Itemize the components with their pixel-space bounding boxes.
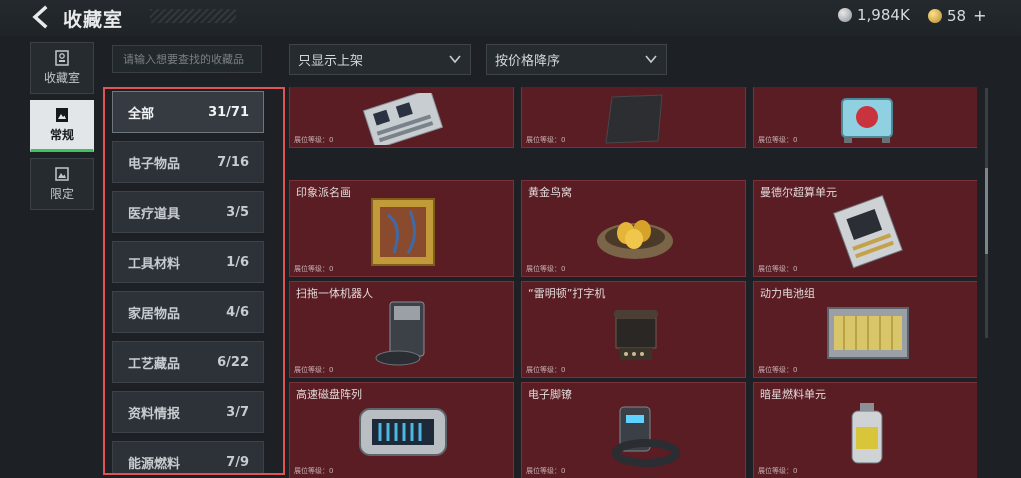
gold-currency: 58 +: [928, 6, 987, 25]
category-count: 3/7: [226, 404, 249, 420]
item-name: 动力电池组: [760, 287, 815, 300]
item-level: 展位等级：0: [758, 265, 798, 273]
item-level: 展位等级：0: [526, 467, 566, 475]
category-tools[interactable]: 工具材料 1/6: [112, 241, 264, 283]
category-label: 医疗道具: [128, 206, 181, 222]
item-level: 展位等级：0: [758, 467, 798, 475]
grid-scrollbar-thumb[interactable]: [985, 168, 988, 254]
robot-vacuum-icon: [375, 301, 425, 366]
item-level: 展位等级：0: [294, 265, 334, 273]
collection-card[interactable]: 展位等级：0: [289, 87, 514, 148]
fuel-canister-icon: [851, 403, 883, 464]
server-board-icon: [362, 93, 444, 145]
category-electronics[interactable]: 电子物品 7/16: [112, 141, 264, 183]
picture-icon: [56, 108, 68, 122]
category-intel[interactable]: 资料情报 3/7: [112, 391, 264, 433]
collection-card[interactable]: 电子脚镣 展位等级：0: [521, 382, 746, 478]
collection-icon: [55, 50, 69, 66]
silver-currency: 1,984K: [838, 6, 910, 24]
nav-label: 限定: [49, 187, 74, 201]
silver-amount: 1,984K: [857, 6, 910, 24]
gold-coin-icon: [928, 8, 942, 23]
collection-card[interactable]: 印象派名画 展位等级：0: [289, 180, 514, 277]
category-energy[interactable]: 能源燃料 7/9: [112, 441, 264, 473]
item-level: 展位等级：0: [526, 136, 566, 144]
item-level: 展位等级：0: [526, 366, 566, 374]
left-nav: 收藏室 常规 限定: [30, 42, 94, 216]
item-level: 展位等级：0: [526, 265, 566, 273]
shelf-filter-dropdown[interactable]: 只显示上架: [289, 44, 471, 75]
dark-plate-icon: [605, 94, 663, 144]
title-decoration: [150, 9, 236, 23]
top-bar: 收藏室 1,984K 58 +: [0, 0, 1021, 36]
search-input[interactable]: [112, 45, 262, 73]
item-level: 展位等级：0: [294, 467, 334, 475]
category-count: 3/5: [226, 204, 249, 220]
category-crafts[interactable]: 工艺藏品 6/22: [112, 341, 264, 383]
ankle-monitor-icon: [612, 406, 680, 467]
chevron-down-icon: [645, 55, 657, 64]
category-count: 1/6: [226, 254, 249, 270]
collection-card[interactable]: 展位等级：0: [753, 87, 977, 148]
add-currency-button[interactable]: +: [973, 6, 986, 25]
category-household[interactable]: 家居物品 4/6: [112, 291, 264, 333]
machine-core-icon: [841, 98, 893, 143]
category-label: 能源燃料: [128, 456, 181, 472]
category-count: 6/22: [217, 354, 249, 370]
category-count: 4/6: [226, 304, 249, 320]
silver-coin-icon: [838, 8, 852, 22]
item-level: 展位等级：0: [758, 366, 798, 374]
typewriter-icon: [614, 310, 658, 360]
category-label: 工具材料: [128, 256, 181, 272]
collection-card[interactable]: 展位等级：0: [521, 87, 746, 148]
collection-card[interactable]: 扫拖一体机器人 展位等级：0: [289, 281, 514, 378]
shelf-filter-value: 只显示上架: [298, 54, 364, 69]
category-count: 7/9: [226, 454, 249, 470]
category-count: 7/16: [217, 154, 249, 170]
nav-label: 收藏室: [43, 71, 80, 85]
chevron-down-icon: [449, 55, 461, 64]
sort-value: 按价格降序: [495, 54, 561, 69]
gold-amount: 58: [947, 6, 967, 25]
item-name: 电子脚镣: [528, 388, 572, 401]
picture-icon: [55, 167, 69, 181]
category-all[interactable]: 全部 31/71: [112, 91, 264, 133]
supercomputer-unit-icon: [832, 195, 903, 269]
nav-regular[interactable]: 常规: [30, 100, 94, 152]
back-arrow-icon[interactable]: [28, 4, 54, 30]
collection-card[interactable]: 曼德尔超算单元 展位等级：0: [753, 180, 977, 277]
page-title: 收藏室: [63, 9, 124, 31]
painting-icon: [371, 198, 435, 266]
collection-card[interactable]: 黄金鸟窝 展位等级：0: [521, 180, 746, 277]
category-count: 31/71: [208, 104, 249, 120]
collection-card[interactable]: “雷明顿”打字机 展位等级：0: [521, 281, 746, 378]
collection-card[interactable]: 动力电池组 展位等级：0: [753, 281, 977, 378]
category-list: 全部 31/71 电子物品 7/16 医疗道具 3/5 工具材料 1/6 家居物…: [103, 87, 285, 475]
golden-nest-icon: [597, 220, 673, 259]
category-label: 电子物品: [128, 156, 181, 172]
item-name: 黄金鸟窝: [528, 186, 572, 199]
category-label: 全部: [128, 106, 155, 122]
category-label: 资料情报: [128, 406, 181, 422]
nav-limited[interactable]: 限定: [30, 158, 94, 210]
battery-pack-icon: [827, 307, 909, 359]
item-level: 展位等级：0: [294, 136, 334, 144]
collection-grid: 展位等级：0 展位等级：0 展位等级：0 印象派名画 展位等级：0 黄金鸟窝 展…: [289, 87, 977, 478]
collection-card[interactable]: 暗星燃料单元 展位等级：0: [753, 382, 977, 478]
category-label: 家居物品: [128, 306, 181, 322]
nav-label: 常规: [49, 128, 74, 142]
item-name: 印象派名画: [296, 186, 351, 199]
category-medical[interactable]: 医疗道具 3/5: [112, 191, 264, 233]
item-level: 展位等级：0: [758, 136, 798, 144]
sort-dropdown[interactable]: 按价格降序: [486, 44, 667, 75]
disk-array-icon: [359, 408, 447, 456]
collection-card[interactable]: 高速磁盘阵列 展位等级：0: [289, 382, 514, 478]
nav-collection-room[interactable]: 收藏室: [30, 42, 94, 94]
category-label: 工艺藏品: [128, 356, 181, 372]
item-level: 展位等级：0: [294, 366, 334, 374]
